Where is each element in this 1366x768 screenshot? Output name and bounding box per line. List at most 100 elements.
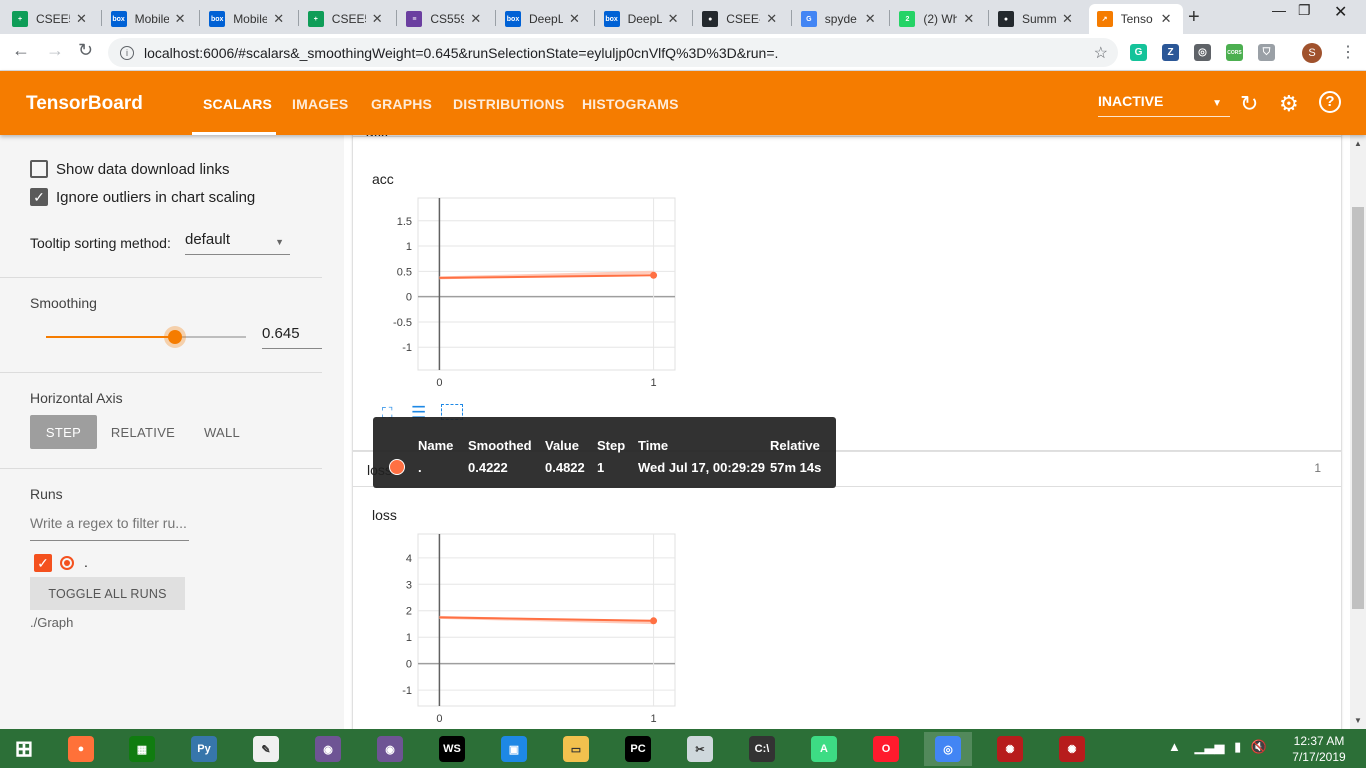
shield-icon[interactable]: ⛉	[1258, 44, 1275, 61]
taskbar-app[interactable]: ⊞	[0, 732, 48, 766]
taskbar-app[interactable]: ●	[57, 732, 105, 766]
tab-images[interactable]: IMAGES	[292, 96, 348, 112]
smoothing-slider-knob[interactable]	[164, 326, 186, 348]
y-tick-label: -1	[402, 342, 412, 354]
volume-muted-icon[interactable]: 🔇	[1251, 739, 1267, 754]
bookmark-star-icon[interactable]: ☆	[1094, 43, 1108, 63]
run-filter-input[interactable]: Write a regex to filter ru...	[30, 515, 189, 541]
back-icon[interactable]: ←	[12, 40, 30, 61]
browser-tab[interactable]: ↗ Tenso ✕	[1088, 4, 1184, 34]
close-tab-icon[interactable]: ✕	[569, 11, 580, 27]
browser-tab[interactable]: box DeepL ✕	[596, 4, 691, 34]
battery-icon[interactable]: ▮	[1234, 739, 1241, 754]
forward-icon[interactable]: →	[46, 40, 64, 61]
taskbar-app[interactable]: O	[862, 732, 910, 766]
scroll-up-arrow-icon[interactable]: ▲	[1354, 139, 1362, 148]
help-icon[interactable]: ?	[1319, 91, 1341, 113]
github-desktop-icon-2: ◉	[377, 736, 403, 762]
smoothing-input[interactable]: 0.645	[262, 325, 322, 349]
github-icon: ●	[998, 11, 1014, 27]
taskbar-clock[interactable]: 12:37 AM 7/17/2019	[1284, 733, 1354, 765]
tab-histograms[interactable]: HISTOGRAMS	[582, 96, 679, 112]
new-tab-button[interactable]: +	[1188, 6, 1200, 29]
settings-gear-icon[interactable]: ⚙	[1279, 91, 1299, 117]
restore-button[interactable]: ❐	[1298, 2, 1311, 19]
tab-scalars[interactable]: SCALARS	[203, 96, 272, 112]
smoothing-slider[interactable]	[46, 326, 246, 348]
browser-tab[interactable]: ≡ CS559 ✕	[398, 4, 493, 34]
taskbar-app[interactable]: ◎	[924, 732, 972, 766]
taskbar-app[interactable]: ▭	[552, 732, 600, 766]
minimize-button[interactable]: —	[1272, 2, 1286, 18]
taskbar-app[interactable]: ◉	[304, 732, 352, 766]
show-download-links-checkbox[interactable]	[30, 160, 48, 178]
tray-expand-icon[interactable]: ▲	[1168, 739, 1181, 754]
close-tab-icon[interactable]: ✕	[865, 11, 876, 27]
page-scrollbar[interactable]: ▲ ▼	[1350, 135, 1366, 729]
chart-title: acc	[372, 171, 394, 187]
info-icon[interactable]: i	[120, 45, 134, 60]
store-icon: ▦	[129, 736, 155, 762]
taskbar-app[interactable]: ✺	[986, 732, 1034, 766]
browser-tab[interactable]: + CSEE5 ✕	[4, 4, 99, 34]
url-text: localhost:6006/#scalars&_smoothingWeight…	[144, 44, 779, 61]
close-tab-icon[interactable]: ✕	[273, 11, 284, 27]
taskbar-app[interactable]: ✎	[242, 732, 290, 766]
axis-step-button[interactable]: STEP	[30, 415, 97, 449]
browser-tab[interactable]: ● Summ ✕	[990, 4, 1085, 34]
axis-wall-button[interactable]: WALL	[196, 415, 248, 449]
tab-distributions[interactable]: DISTRIBUTIONS	[453, 96, 565, 112]
browser-tab[interactable]: box Mobile ✕	[103, 4, 198, 34]
zotero-icon[interactable]: Z	[1162, 44, 1179, 61]
close-tab-icon[interactable]: ✕	[175, 11, 186, 27]
run-color-radio[interactable]	[60, 556, 74, 570]
run-checkbox[interactable]: ✓	[34, 554, 52, 572]
close-tab-icon[interactable]: ✕	[1062, 11, 1073, 27]
axis-relative-button[interactable]: RELATIVE	[104, 415, 182, 449]
browser-tab[interactable]: + CSEE5 ✕	[300, 4, 395, 34]
grammarly-icon[interactable]: G	[1130, 44, 1147, 61]
toggle-all-runs-button[interactable]: TOGGLE ALL RUNS	[30, 577, 185, 610]
close-tab-icon[interactable]: ✕	[1161, 11, 1172, 27]
taskbar-app[interactable]: WS	[428, 732, 476, 766]
close-tab-icon[interactable]: ✕	[668, 11, 679, 27]
browser-tab[interactable]: ● CSEE- ✕	[694, 4, 789, 34]
browser-menu-icon[interactable]: ⋮	[1340, 42, 1356, 62]
close-tab-icon[interactable]: ✕	[963, 11, 974, 27]
browser-tab[interactable]: box DeepL ✕	[497, 4, 592, 34]
address-bar[interactable]: i localhost:6006/#scalars&_smoothingWeig…	[108, 38, 1118, 67]
close-tab-icon[interactable]: ✕	[470, 11, 481, 27]
refresh-icon[interactable]: ↻	[1240, 91, 1258, 117]
close-tab-icon[interactable]: ✕	[766, 11, 777, 27]
reload-icon[interactable]: ↻	[78, 40, 93, 61]
taskbar-app[interactable]: ▦	[118, 732, 166, 766]
taskbar-app[interactable]: ✂	[676, 732, 724, 766]
close-tab-icon[interactable]: ✕	[76, 11, 87, 27]
inactive-plugins-select[interactable]: INACTIVE ▼	[1098, 93, 1230, 117]
taskbar-app[interactable]: ✺	[1048, 732, 1096, 766]
tooltip-sorting-select[interactable]: default ▼	[185, 231, 290, 255]
taskbar-app[interactable]: Py	[180, 732, 228, 766]
scroll-down-arrow-icon[interactable]: ▼	[1354, 716, 1362, 725]
y-tick-label: 2	[406, 606, 412, 618]
close-tab-icon[interactable]: ✕	[372, 11, 383, 27]
browser-tab[interactable]: box Mobile ✕	[201, 4, 296, 34]
taskbar-app[interactable]: A	[800, 732, 848, 766]
taskbar-app[interactable]: ▣	[490, 732, 538, 766]
close-window-button[interactable]: ✕	[1334, 2, 1347, 22]
taskbar-app[interactable]: C:\	[738, 732, 786, 766]
network-icon[interactable]: ▁▃▅	[1195, 739, 1225, 754]
tab-graphs[interactable]: GRAPHS	[371, 96, 432, 112]
ignore-outliers-checkbox[interactable]: ✓	[30, 188, 48, 206]
tooltip-sorting-value: default	[185, 231, 231, 248]
taskbar-app[interactable]: ◉	[366, 732, 414, 766]
chart-acc[interactable]: 1.5 1 0.5 0 -0.5 -1 0 1	[372, 190, 712, 400]
browser-tab[interactable]: 2 (2) Wh ✕	[891, 4, 986, 34]
cors-icon[interactable]: CORS	[1226, 44, 1243, 61]
chrome-ext-icon[interactable]: ◎	[1194, 44, 1211, 61]
profile-avatar[interactable]: S	[1302, 43, 1322, 63]
scroll-thumb[interactable]	[1352, 207, 1364, 609]
taskbar-app[interactable]: PC	[614, 732, 662, 766]
chart-loss[interactable]: 4 3 2 1 0 -1 0 1	[372, 526, 712, 729]
browser-tab[interactable]: Gspyde ✕	[793, 4, 888, 34]
